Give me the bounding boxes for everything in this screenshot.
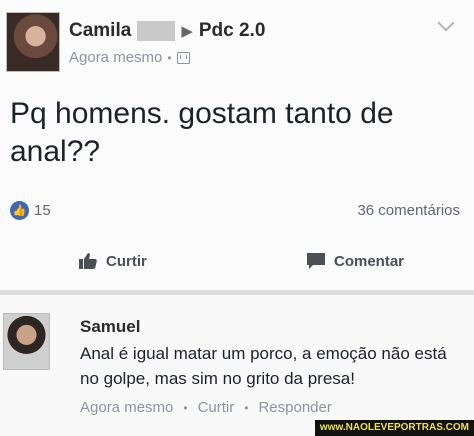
like-button[interactable]: Curtir (78, 252, 147, 270)
comment-meta: Agora mesmo • Curtir • Responder (80, 399, 332, 416)
author-avatar[interactable] (6, 12, 60, 72)
comment-like-link[interactable]: Curtir (198, 399, 235, 416)
like-reaction-icon[interactable]: 👍 (10, 201, 29, 220)
comment-count[interactable]: 36 comentários (357, 202, 460, 219)
comment-reply-link[interactable]: Responder (258, 399, 331, 416)
commenter-name[interactable]: Samuel (80, 317, 140, 337)
arrow-right-icon: ▶ (181, 23, 193, 40)
comment-timestamp[interactable]: Agora mesmo (80, 399, 173, 416)
thumbs-up-icon (78, 252, 98, 270)
comment-button[interactable]: Comentar (306, 252, 404, 270)
like-label: Curtir (106, 252, 147, 270)
post-header: Camila ▶ Pdc 2.0 (69, 18, 265, 44)
post-action-bar: Curtir Comentar (0, 244, 474, 280)
privacy-group-icon (176, 51, 190, 64)
post-meta: Agora mesmo • (69, 49, 190, 66)
censored-name-block (137, 21, 176, 41)
like-count[interactable]: 15 (34, 202, 51, 219)
author-name[interactable]: Camila (69, 20, 131, 42)
comment-text: Anal é igual matar um porco, a emoção nã… (80, 344, 447, 388)
comment-card: Samuel Anal é igual matar um porco, a em… (0, 295, 474, 436)
comment-label: Comentar (334, 252, 405, 270)
separator-dot: • (183, 400, 188, 415)
post-text: Pq homens. gostam tanto de anal?? (10, 97, 394, 168)
group-name[interactable]: Pdc 2.0 (199, 20, 266, 42)
post-card: Camila ▶ Pdc 2.0 Agora mesmo • Pq homens… (0, 0, 474, 290)
post-timestamp[interactable]: Agora mesmo (69, 49, 162, 66)
speech-bubble-icon (306, 252, 326, 270)
watermark-banner: www.NAOLEVEPORTRAS.COM (314, 420, 474, 436)
separator-dot: • (244, 400, 249, 415)
separator-dot: • (167, 50, 172, 65)
commenter-avatar[interactable] (3, 313, 50, 370)
chevron-down-icon[interactable] (437, 14, 455, 32)
